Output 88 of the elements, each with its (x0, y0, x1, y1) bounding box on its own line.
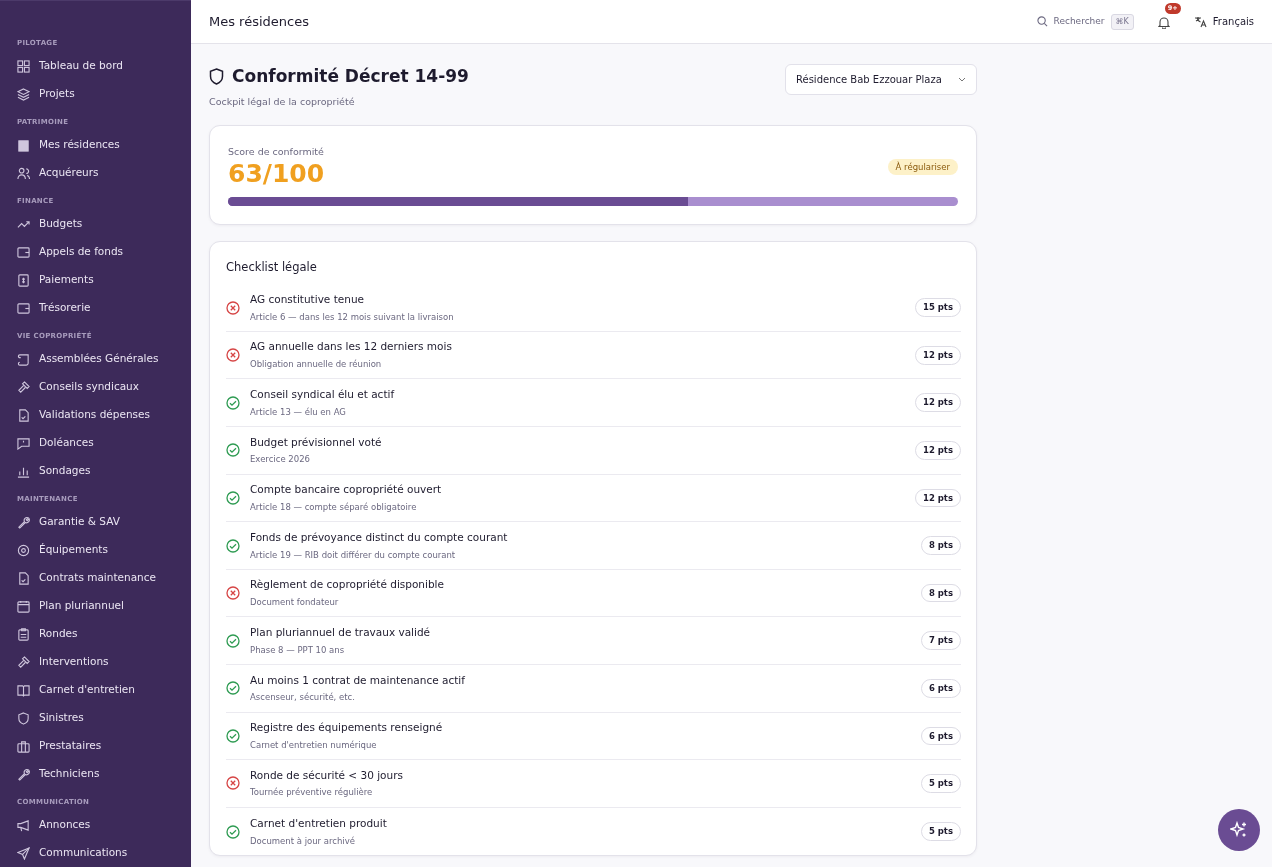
hammer-icon (17, 655, 30, 669)
sidebar-item[interactable]: Annonces (0, 811, 191, 839)
sidebar-item[interactable]: Mes résidences (0, 131, 191, 159)
checklist-item-detail: Phase 8 — PPT 10 ans (250, 643, 346, 657)
sidebar-item[interactable]: Doléances (0, 429, 191, 457)
checklist-item-title: Fonds de prévoyance distinct du compte courant (250, 529, 509, 545)
sidebar-item[interactable]: Sinistres (0, 704, 191, 732)
search-label[interactable]: Rechercher (1053, 14, 1105, 29)
page-heading: Conformité Décret 14-99 (232, 65, 469, 88)
checklist-item-detail: Document à jour archivé (250, 834, 356, 848)
book-icon (17, 683, 30, 697)
wrench-icon (17, 767, 30, 781)
sparkle-icon (1230, 821, 1248, 839)
checklist-item-detail: Ascenseur, sécurité, etc. (250, 691, 356, 705)
chat-icon (17, 436, 30, 450)
wrench-icon (17, 515, 30, 529)
sidebar-item[interactable]: Communications (0, 839, 191, 867)
calendar-icon (17, 599, 30, 613)
checklist-item-detail: Obligation annuelle de réunion (250, 358, 383, 371)
checklist-item-title: Conseil syndical élu et actif (250, 387, 396, 402)
checklist-item-title: Ronde de sécurité < 30 jours (250, 767, 404, 783)
score-label: Score de conformité (228, 144, 325, 159)
checklist-item-detail: Article 19 — RIB doit différer du compte courant (250, 548, 457, 562)
sidebar-item[interactable]: Tableau de bord (0, 52, 191, 80)
send-icon (17, 846, 30, 860)
checklist-item-detail: Article 6 — dans les 12 mois suivant la livraison (250, 310, 455, 324)
sidebar-item[interactable]: Acquéreurs (0, 159, 191, 187)
sidebar-item[interactable]: Budgets (0, 210, 191, 238)
gear-icon (17, 543, 30, 557)
sidebar-item[interactable]: Sondages (0, 457, 191, 485)
receipt-icon (17, 273, 30, 287)
sidebar-item[interactable]: Carnet d'entretien (0, 676, 191, 704)
checklist-item-detail: Article 18 — compte séparé obligatoire (250, 500, 418, 514)
score-value: 63/100 (228, 159, 325, 189)
shortcut-hint: ⌘K (1110, 13, 1134, 30)
grid-icon (17, 59, 30, 73)
sidebar-item[interactable]: Garantie & SAV (0, 508, 191, 536)
sidebar-item[interactable]: Contrats maintenance (0, 564, 191, 592)
checklist-item-detail: Tournée préventive régulière (250, 786, 374, 800)
sidebar-item[interactable]: Conseils syndicaux (0, 373, 191, 401)
translate-icon[interactable] (1193, 15, 1207, 28)
sidebar-item[interactable]: Rondes (0, 620, 191, 648)
chevron-down-icon (958, 77, 966, 82)
layers-icon (17, 87, 30, 101)
status-badge: À régulariser (887, 158, 958, 176)
page-subtitle: Cockpit légal de la copropriété (209, 94, 356, 109)
sidebar-item[interactable]: Interventions (0, 648, 191, 676)
sidebar-item[interactable]: Prestataires (0, 732, 191, 760)
checklist-item-detail: Article 13 — élu en AG (250, 405, 347, 419)
checklist-item-detail: Carnet d'entretien numérique (250, 738, 378, 752)
wallet-icon (17, 301, 30, 315)
language-selector[interactable]: Français (1212, 14, 1254, 29)
wallet-icon (17, 245, 30, 259)
shield-icon (209, 68, 224, 86)
checklist-item-title: Compte bancaire copropriété ouvert (250, 482, 443, 498)
sidebar-item[interactable]: Validations dépenses (0, 401, 191, 429)
briefcase-icon (17, 739, 30, 753)
assistant-button[interactable] (1218, 809, 1260, 851)
sidebar-item[interactable]: Équipements (0, 536, 191, 564)
sidebar-item[interactable]: Trésorerie (0, 294, 191, 322)
megaphone-icon (17, 818, 30, 832)
sidebar-item[interactable]: Techniciens (0, 760, 191, 788)
search-icon[interactable] (1036, 16, 1048, 27)
bell-icon[interactable] (1157, 15, 1170, 29)
clipboard-icon (17, 627, 30, 641)
checklist-item-title: Au moins 1 contrat de maintenance actif (250, 672, 466, 688)
sidebar-item[interactable]: Appels de fonds (0, 238, 191, 266)
checklist-item-detail: Exercice 2026 (250, 453, 311, 467)
sidebar-item[interactable]: Paiements (0, 266, 191, 294)
checklist-title: Checklist légale (226, 259, 318, 276)
document-icon (17, 408, 30, 422)
shield-icon (17, 711, 30, 725)
checklist-item-title: AG constitutive tenue (250, 291, 365, 307)
sidebar-item[interactable]: Plan pluriannuel (0, 592, 191, 620)
sidebar-item[interactable]: Assemblées Générales (0, 345, 191, 373)
users-icon (17, 166, 30, 180)
checklist-item-title: Plan pluriannuel de travaux validé (250, 624, 432, 640)
gavel-icon (17, 380, 30, 394)
sidebar-item[interactable]: Projets (0, 80, 191, 108)
document-icon (17, 571, 30, 585)
checklist-item-title: Budget prévisionnel voté (250, 434, 383, 450)
checklist-item-detail: Document fondateur (250, 596, 340, 609)
checklist-item-title: AG annuelle dans les 12 derniers mois (250, 339, 453, 355)
residence-select[interactable]: Résidence Bab Ezzouar Plaza (785, 64, 977, 95)
checklist-item-title: Règlement de copropriété disponible (250, 577, 445, 593)
checklist-item-title: Registre des équipements renseigné (250, 720, 444, 736)
page-title: Mes résidences (209, 12, 309, 31)
checklist-item-title: Carnet d'entretien produit (250, 815, 388, 831)
